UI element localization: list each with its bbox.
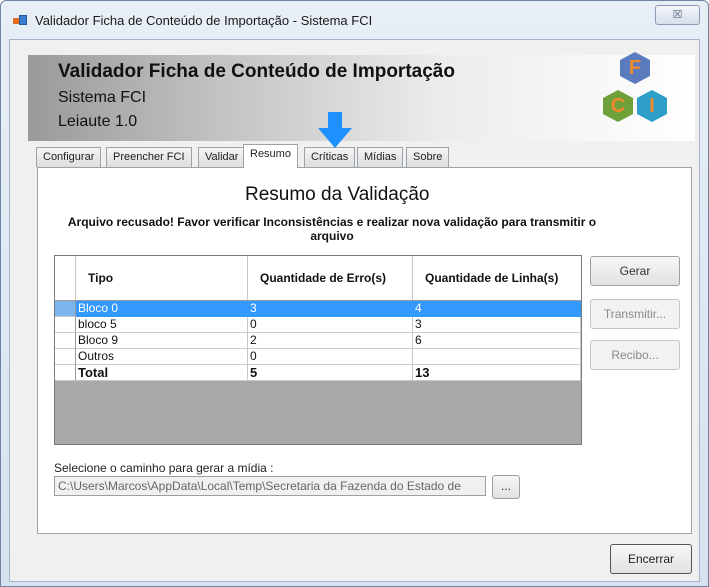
- cell-linhas[interactable]: 13: [413, 365, 581, 381]
- validation-message: Arquivo recusado! Favor verificar Incons…: [67, 215, 597, 243]
- header-banner: Validador Ficha de Conteúdo de Importaçã…: [28, 55, 695, 141]
- row-header[interactable]: [55, 317, 76, 333]
- grid-row-header-corner: [55, 256, 76, 300]
- table-row[interactable]: bloco 5 0 3: [55, 317, 581, 333]
- cell-linhas[interactable]: 6: [413, 333, 581, 349]
- header-subtitle: Sistema FCI: [58, 89, 147, 106]
- column-header-tipo[interactable]: Tipo: [76, 256, 248, 300]
- browse-button[interactable]: ...: [492, 475, 520, 499]
- cell-erros[interactable]: 0: [248, 349, 413, 365]
- cell-tipo[interactable]: bloco 5: [76, 317, 248, 333]
- down-arrow-icon: [318, 112, 352, 148]
- title-bar[interactable]: Validador Ficha de Conteúdo de Importaçã…: [1, 1, 708, 39]
- grid-header: Tipo Quantidade de Erro(s) Quantidade de…: [55, 256, 581, 301]
- table-row[interactable]: Outros 0: [55, 349, 581, 365]
- cell-erros[interactable]: 2: [248, 333, 413, 349]
- column-header-linhas[interactable]: Quantidade de Linha(s): [413, 256, 581, 300]
- gerar-button[interactable]: Gerar: [590, 256, 680, 286]
- cell-erros[interactable]: 3: [248, 301, 413, 317]
- row-header[interactable]: [55, 333, 76, 349]
- window-title: Validador Ficha de Conteúdo de Importaçã…: [35, 13, 373, 28]
- row-header[interactable]: [55, 349, 76, 365]
- tab-sobre[interactable]: Sobre: [406, 147, 450, 167]
- resumo-title: Resumo da Validação: [245, 184, 430, 205]
- cell-linhas[interactable]: [413, 349, 581, 365]
- tab-criticas[interactable]: Críticas: [304, 147, 356, 167]
- tab-midias[interactable]: Mídias: [357, 147, 404, 167]
- media-path-input[interactable]: [54, 476, 486, 496]
- tab-resumo[interactable]: Resumo: [243, 144, 298, 168]
- cell-tipo[interactable]: Outros: [76, 349, 248, 365]
- media-path-label: Selecione o caminho para gerar a mídia :: [54, 461, 274, 475]
- cell-linhas[interactable]: 3: [413, 317, 581, 333]
- row-header[interactable]: [55, 365, 76, 381]
- transmitir-button[interactable]: Transmitir...: [590, 299, 680, 329]
- tab-configurar[interactable]: Configurar: [36, 147, 102, 167]
- cell-tipo[interactable]: Bloco 0: [76, 301, 248, 317]
- app-icon: [13, 15, 29, 27]
- column-header-erros[interactable]: Quantidade de Erro(s): [248, 256, 413, 300]
- cell-tipo[interactable]: Bloco 9: [76, 333, 248, 349]
- cell-erros[interactable]: 0: [248, 317, 413, 333]
- header-title: Validador Ficha de Conteúdo de Importaçã…: [58, 61, 455, 82]
- cell-erros[interactable]: 5: [248, 365, 413, 381]
- encerrar-button[interactable]: Encerrar: [610, 544, 692, 574]
- tab-preencher-fci[interactable]: Preencher FCI: [106, 147, 192, 167]
- close-icon: ☒: [672, 9, 683, 21]
- recibo-button[interactable]: Recibo...: [590, 340, 680, 370]
- row-header[interactable]: [55, 301, 76, 317]
- table-row[interactable]: Bloco 0 3 4: [55, 301, 581, 317]
- cell-tipo[interactable]: Total: [76, 365, 248, 381]
- tab-validar[interactable]: Validar: [198, 147, 246, 167]
- summary-grid[interactable]: Tipo Quantidade de Erro(s) Quantidade de…: [54, 255, 582, 445]
- table-row-total[interactable]: Total 5 13: [55, 365, 581, 381]
- close-button[interactable]: ☒: [655, 5, 700, 25]
- table-row[interactable]: Bloco 9 2 6: [55, 333, 581, 349]
- header-version: Leiaute 1.0: [58, 113, 138, 130]
- cell-linhas[interactable]: 4: [413, 301, 581, 317]
